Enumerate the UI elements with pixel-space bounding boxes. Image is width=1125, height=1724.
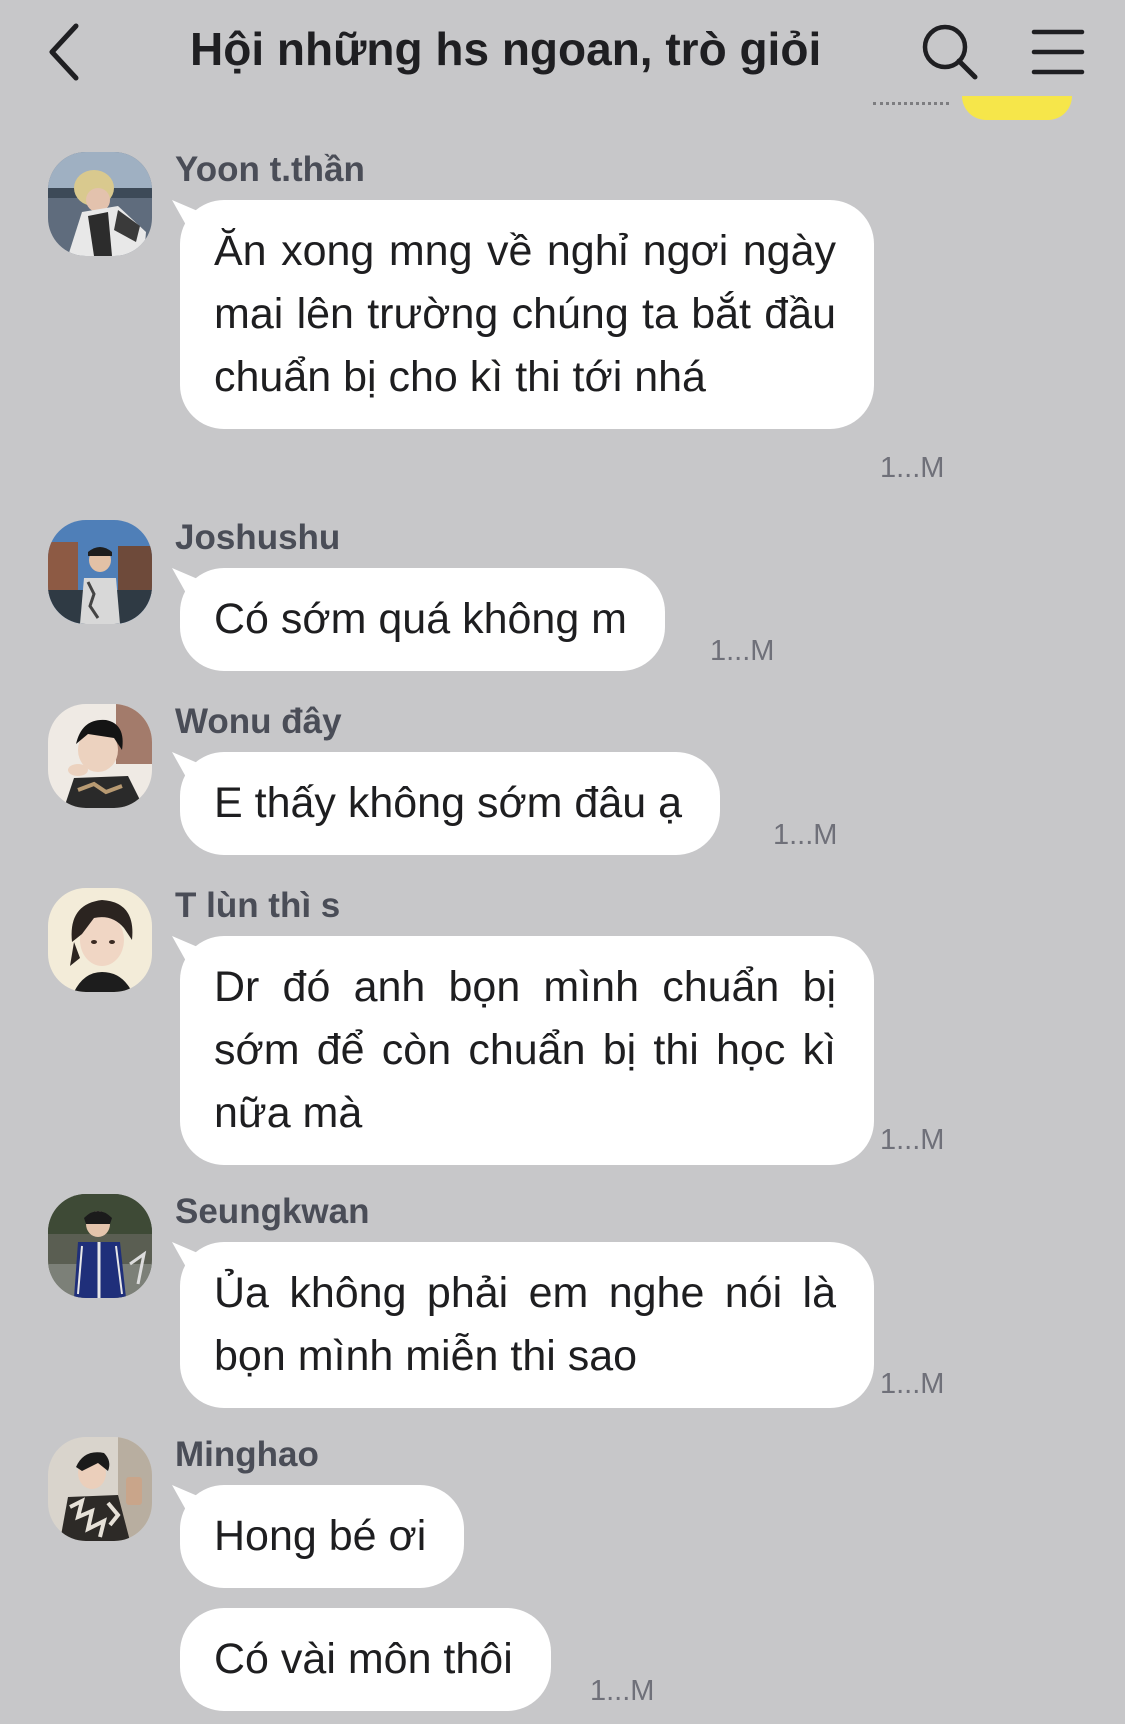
sender-name: Wonu đây xyxy=(175,702,342,741)
avatar[interactable] xyxy=(48,704,152,808)
sender-name: Seungkwan xyxy=(175,1192,370,1231)
chat-header: Hội những hs ngoan, trò giỏi xyxy=(0,0,1125,105)
hamburger-menu-icon xyxy=(1031,29,1085,75)
message-timestamp: 1...M xyxy=(880,1368,945,1400)
message-bubble[interactable]: Ủa không phải em nghe nói là bọn mình mi… xyxy=(180,1242,874,1408)
message-bubble[interactable]: Có sớm quá không m xyxy=(180,568,665,671)
avatar[interactable] xyxy=(48,1194,152,1298)
message-bubble[interactable]: Hong bé ơi xyxy=(180,1485,465,1588)
search-icon xyxy=(922,24,978,80)
menu-button[interactable] xyxy=(1030,26,1086,78)
back-button[interactable] xyxy=(38,20,94,84)
message-timestamp: 1...M xyxy=(880,452,945,484)
chevron-left-icon xyxy=(49,23,79,81)
message-bubble[interactable]: E thấy không sớm đâu ạ xyxy=(180,752,721,855)
search-button[interactable] xyxy=(920,22,980,82)
sender-name: Minghao xyxy=(175,1435,319,1474)
message-timestamp: 1...M xyxy=(773,819,838,851)
avatar[interactable] xyxy=(48,888,152,992)
message-bubble[interactable]: Có vài môn thôi xyxy=(180,1608,551,1711)
chat-title: Hội những hs ngoan, trò giỏi xyxy=(190,23,822,75)
avatar[interactable] xyxy=(48,1437,152,1541)
previous-own-bubble-edge xyxy=(962,96,1072,120)
sender-name: T lùn thì s xyxy=(175,886,341,925)
sender-name: Yoon t.thần xyxy=(175,150,365,189)
message-timestamp: 1...M xyxy=(590,1675,655,1707)
message-timestamp: 1...M xyxy=(710,635,775,667)
sender-name: Joshushu xyxy=(175,518,341,557)
avatar[interactable] xyxy=(48,520,152,624)
avatar[interactable] xyxy=(48,152,152,256)
previous-message-edge xyxy=(873,92,949,105)
message-timestamp: 1...M xyxy=(880,1124,945,1156)
message-bubble[interactable]: Ăn xong mng về nghỉ ngơi ngày mai lên tr… xyxy=(180,200,874,429)
message-bubble[interactable]: Dr đó anh bọn mình chuẩn bị sớm để còn c… xyxy=(180,936,874,1165)
